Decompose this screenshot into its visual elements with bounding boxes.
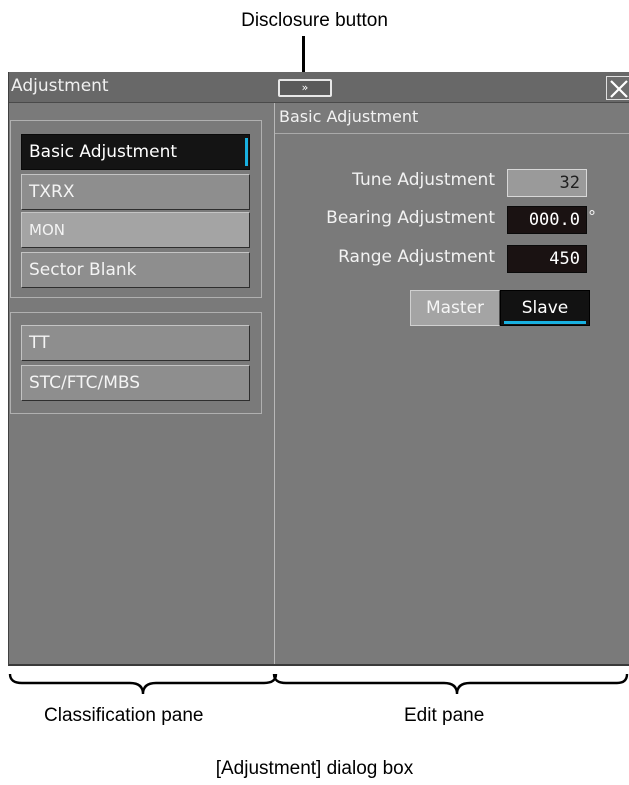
bearing-adjustment-value[interactable]: 000.0: [507, 206, 587, 234]
degree-unit: °: [588, 207, 596, 226]
edit-pane-label: Edit pane: [404, 705, 485, 726]
master-button[interactable]: Master: [410, 290, 500, 326]
range-adjustment-value[interactable]: 450: [507, 245, 587, 273]
tune-adjustment-label: Tune Adjustment: [352, 170, 495, 190]
adjustment-dialog: Adjustment » Basic Adjustment TXRX MON S…: [8, 72, 629, 666]
edit-pane: Basic Adjustment Tune Adjustment 32 Bear…: [275, 103, 629, 664]
class-tt[interactable]: TT: [21, 325, 250, 361]
slave-button[interactable]: Slave: [500, 290, 590, 326]
dialog-title: Adjustment: [11, 76, 109, 96]
close-x-icon: [610, 80, 628, 98]
disclosure-callout-label: Disclosure button: [241, 10, 388, 31]
disclosure-button[interactable]: »: [278, 79, 332, 97]
callout-line: [302, 36, 305, 74]
close-button[interactable]: [606, 76, 629, 100]
edit-title: Basic Adjustment: [279, 107, 419, 126]
range-adjustment-label: Range Adjustment: [338, 247, 495, 267]
classification-brace: [8, 673, 278, 695]
edit-brace: [272, 673, 629, 695]
title-bar: Adjustment »: [9, 72, 629, 103]
classification-pane-label: Classification pane: [44, 705, 204, 726]
class-stc-ftc-mbs[interactable]: STC/FTC/MBS: [21, 365, 250, 401]
class-mon[interactable]: MON: [21, 212, 250, 248]
class-basic-adjustment[interactable]: Basic Adjustment: [21, 134, 250, 170]
edit-header: Basic Adjustment: [275, 103, 629, 134]
class-sector-blank[interactable]: Sector Blank: [21, 252, 250, 288]
figure-caption: [Adjustment] dialog box: [215, 758, 414, 779]
classification-group-1: Basic Adjustment TXRX MON Sector Blank: [10, 120, 262, 298]
bearing-adjustment-label: Bearing Adjustment: [326, 208, 495, 228]
class-txrx[interactable]: TXRX: [21, 174, 250, 210]
classification-group-2: TT STC/FTC/MBS: [10, 312, 262, 414]
tune-adjustment-value[interactable]: 32: [507, 169, 587, 197]
classification-pane: Basic Adjustment TXRX MON Sector Blank T…: [9, 103, 275, 664]
